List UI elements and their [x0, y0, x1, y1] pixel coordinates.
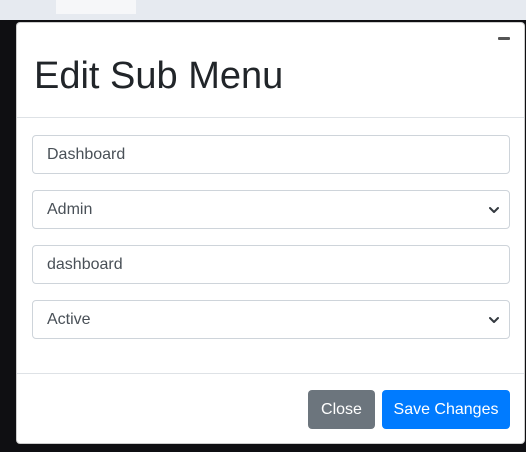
- chevron-down-icon: [489, 317, 499, 323]
- modal-close-button[interactable]: [496, 33, 512, 45]
- minimize-icon: [498, 37, 510, 40]
- submenu-url-input[interactable]: dashboard: [32, 245, 510, 284]
- status-select-value: Active: [47, 310, 91, 328]
- close-button[interactable]: Close: [308, 390, 375, 429]
- submenu-title-input[interactable]: Dashboard: [32, 135, 510, 174]
- save-changes-button[interactable]: Save Changes: [382, 390, 510, 429]
- modal-title: Edit Sub Menu: [34, 55, 284, 97]
- status-select[interactable]: Active: [32, 300, 510, 339]
- background-page-tab: [56, 0, 136, 14]
- modal-header: Edit Sub Menu: [17, 23, 524, 118]
- menu-select[interactable]: Admin: [32, 190, 510, 229]
- modal-footer: Close Save Changes: [17, 373, 524, 444]
- chevron-down-icon: [489, 207, 499, 213]
- submenu-url-value: dashboard: [47, 255, 123, 273]
- edit-submenu-modal: Edit Sub Menu Dashboard Admin dashboard …: [16, 22, 525, 444]
- menu-select-value: Admin: [47, 200, 93, 218]
- submenu-title-value: Dashboard: [47, 145, 126, 163]
